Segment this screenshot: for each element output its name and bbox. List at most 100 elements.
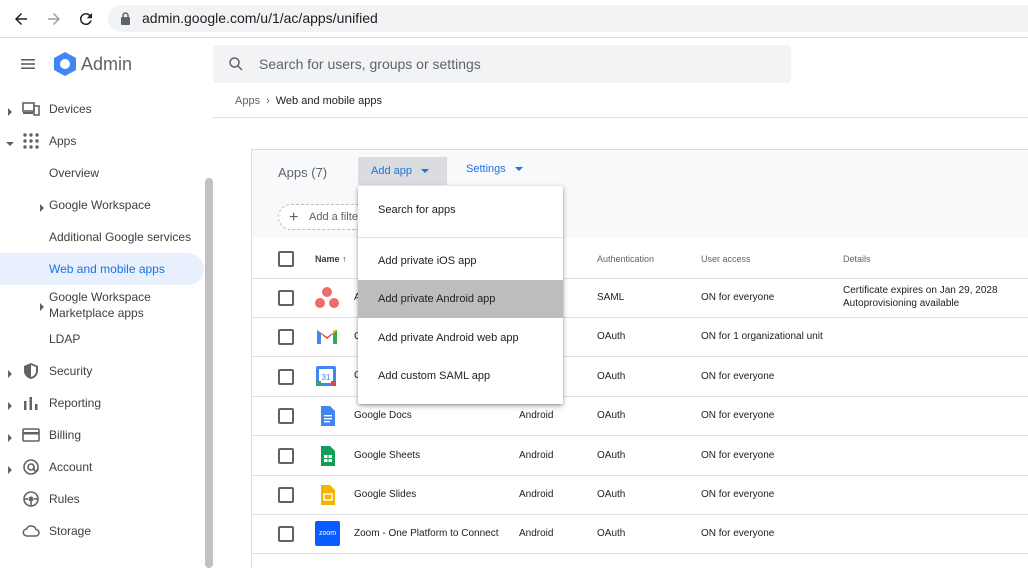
app-name[interactable]: Google Slides — [354, 489, 416, 500]
row-checkbox[interactable] — [278, 329, 294, 345]
sidebar-item-label: Billing — [49, 428, 82, 442]
admin-brand[interactable]: Admin — [81, 54, 132, 75]
divider — [213, 117, 1028, 118]
sidebar-item-storage[interactable]: Storage — [0, 515, 204, 547]
bar-chart-icon — [22, 394, 40, 412]
sidebar-item-account[interactable]: Account — [0, 451, 204, 483]
search-icon — [227, 55, 245, 78]
header-user-access[interactable]: User access — [701, 254, 751, 264]
back-arrow-icon[interactable] — [8, 6, 34, 32]
header-name[interactable]: Name ↑ — [315, 254, 347, 264]
app-platform: Android — [519, 450, 554, 461]
sidebar-item-overview[interactable]: Overview — [0, 157, 204, 189]
app-name[interactable]: Zoom - One Platform to Connect — [354, 528, 499, 539]
devices-icon — [22, 100, 40, 118]
row-checkbox[interactable] — [278, 487, 294, 503]
app-access: ON for everyone — [701, 528, 775, 539]
sidebar-scrollbar[interactable] — [205, 178, 213, 568]
app-auth: OAuth — [597, 371, 626, 382]
select-all-checkbox[interactable] — [278, 251, 294, 267]
header-authentication[interactable]: Authentication — [597, 254, 654, 264]
add-app-menu: Search for apps Add private iOS app Add … — [358, 186, 563, 404]
sort-arrow-icon: ↑ — [342, 254, 347, 264]
caret-right-icon[interactable] — [6, 367, 14, 378]
add-app-button[interactable]: Add app — [358, 157, 447, 185]
sidebar-item-marketplace-apps[interactable]: Google Workspace Marketplace apps — [0, 287, 204, 321]
search-box[interactable] — [213, 45, 791, 83]
slides-icon — [315, 484, 339, 508]
menu-item-add-private-ios-app[interactable]: Add private iOS app — [358, 242, 563, 280]
table-row[interactable]: Google Sheets Android OAuth ON for every… — [252, 436, 1028, 476]
app-auth: OAuth — [597, 331, 626, 342]
browser-toolbar: admin.google.com/u/1/ac/apps/unified — [0, 0, 1028, 38]
apps-count-title: Apps (7) — [278, 165, 328, 180]
app-access: ON for 1 organizational unit — [701, 331, 823, 342]
app-access: ON for everyone — [701, 410, 775, 421]
sidebar-item-label: Storage — [49, 524, 92, 538]
dropdown-arrow-icon — [420, 169, 429, 173]
sidebar-item-ldap[interactable]: LDAP — [0, 323, 204, 355]
sidebar-item-rules[interactable]: Rules — [0, 483, 204, 515]
breadcrumb-apps-link[interactable]: Apps — [235, 95, 260, 107]
sidebar-item-label: Reporting — [49, 396, 102, 410]
app-auth: OAuth — [597, 410, 626, 421]
breadcrumb: Apps › Web and mobile apps — [235, 95, 382, 107]
sheets-icon — [315, 445, 339, 469]
sidebar-item-billing[interactable]: Billing — [0, 419, 204, 451]
sidebar-item-additional-google-services[interactable]: Additional Google services — [0, 221, 204, 253]
dropdown-arrow-icon — [514, 167, 523, 171]
row-checkbox[interactable] — [278, 526, 294, 542]
sidebar-item-google-workspace[interactable]: Google Workspace — [0, 189, 204, 221]
app-name[interactable]: Google Docs — [354, 410, 412, 421]
sidebar-item-reporting[interactable]: Reporting — [0, 387, 204, 419]
app-access: ON for everyone — [701, 292, 775, 303]
table-row[interactable]: zoom Zoom - One Platform to Connect Andr… — [252, 515, 1028, 554]
app-name[interactable]: Google Sheets — [354, 450, 420, 461]
sidebar-item-security[interactable]: Security — [0, 355, 204, 387]
menu-divider — [358, 237, 563, 238]
main-menu-icon[interactable] — [18, 54, 40, 74]
app-platform: Android — [519, 489, 554, 500]
shield-icon — [22, 362, 40, 380]
header-details[interactable]: Details — [843, 254, 871, 264]
cloud-icon — [22, 522, 40, 540]
sidebar-item-label: LDAP — [49, 332, 81, 346]
forward-arrow-icon[interactable] — [41, 6, 67, 32]
row-checkbox[interactable] — [278, 448, 294, 464]
sidebar-item-apps[interactable]: Apps — [0, 125, 204, 157]
asana-icon — [315, 286, 339, 310]
caret-down-icon[interactable] — [6, 137, 14, 146]
add-app-label: Add app — [371, 165, 412, 177]
app-details: Certificate expires on Jan 29, 2028 — [843, 285, 998, 296]
settings-button[interactable]: Settings — [466, 163, 523, 175]
sidebar-item-devices[interactable]: Devices — [0, 93, 204, 125]
reload-icon[interactable] — [73, 6, 99, 32]
sidebar-item-label: Rules — [49, 492, 80, 506]
menu-item-add-custom-saml-app[interactable]: Add custom SAML app — [358, 357, 563, 395]
address-bar[interactable]: admin.google.com/u/1/ac/apps/unified — [108, 5, 1028, 32]
row-checkbox[interactable] — [278, 369, 294, 385]
caret-right-icon[interactable] — [38, 201, 46, 212]
zoom-icon: zoom — [315, 521, 340, 546]
lock-icon — [120, 12, 131, 30]
caret-right-icon[interactable] — [6, 463, 14, 474]
breadcrumb-current: Web and mobile apps — [275, 95, 382, 107]
caret-right-icon[interactable] — [38, 300, 46, 311]
caret-right-icon[interactable] — [6, 399, 14, 410]
row-checkbox[interactable] — [278, 290, 294, 306]
table-row[interactable]: Google Slides Android OAuth ON for every… — [252, 476, 1028, 515]
sidebar-item-label: Additional Google services — [49, 230, 192, 244]
search-input[interactable] — [259, 45, 779, 83]
menu-item-add-private-android-web-app[interactable]: Add private Android web app — [358, 319, 563, 357]
caret-right-icon[interactable] — [6, 105, 14, 116]
app-access: ON for everyone — [701, 489, 775, 500]
url-text: admin.google.com/u/1/ac/apps/unified — [142, 10, 378, 26]
menu-item-search-for-apps[interactable]: Search for apps — [358, 191, 563, 229]
row-checkbox[interactable] — [278, 408, 294, 424]
app-auth: OAuth — [597, 450, 626, 461]
gmail-icon — [315, 326, 339, 350]
app-access: ON for everyone — [701, 450, 775, 461]
sidebar-item-web-and-mobile-apps[interactable]: Web and mobile apps — [0, 253, 204, 285]
menu-item-add-private-android-app[interactable]: Add private Android app — [358, 280, 563, 318]
caret-right-icon[interactable] — [6, 431, 14, 442]
